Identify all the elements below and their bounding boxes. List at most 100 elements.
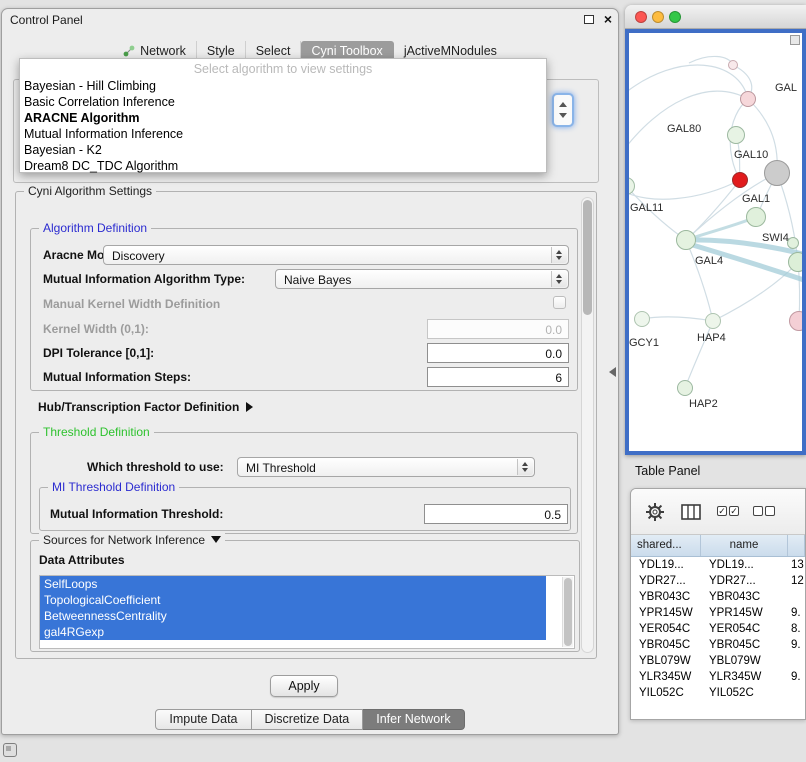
table-row[interactable]: YDL19...YDL19...13 <box>631 557 805 573</box>
table-cell: 9. <box>788 669 805 685</box>
network-node[interactable] <box>677 380 693 396</box>
list-item[interactable]: TopologicalCoefficient <box>40 592 546 608</box>
table-row[interactable]: YER054CYER054C8. <box>631 621 805 637</box>
kernel-width-input[interactable]: 0.0 <box>427 319 569 339</box>
menu-item-dream8[interactable]: Dream8 DC_TDC Algorithm <box>20 158 546 174</box>
window-title: Control Panel <box>10 13 83 27</box>
list-item[interactable]: SelfLoops <box>40 576 546 592</box>
algorithm-combo-stepper[interactable] <box>552 93 574 127</box>
menu-item-aracne[interactable]: ARACNE Algorithm <box>20 110 546 126</box>
network-node[interactable] <box>789 311 806 331</box>
float-window-icon[interactable] <box>584 15 594 24</box>
tab-label: Style <box>207 44 235 58</box>
menu-item-bayesian-hill-climbing[interactable]: Bayesian - Hill Climbing <box>20 78 546 94</box>
control-panel-window: Control Panel × Network Style Select Cyn… <box>1 8 619 735</box>
network-node-label: HAP2 <box>689 398 718 410</box>
table-cell: 9. <box>788 637 805 653</box>
mi-steps-input[interactable]: 6 <box>427 367 569 387</box>
network-node[interactable] <box>705 313 721 329</box>
table-cell: YBL079W <box>631 653 701 669</box>
network-node[interactable] <box>764 160 790 186</box>
network-node-label: SWI4 <box>762 232 789 244</box>
scrollbar-thumb[interactable] <box>583 200 592 315</box>
cyni-mode-tabs: Impute Data Discretize Data Infer Networ… <box>2 709 618 730</box>
network-node[interactable] <box>634 311 650 327</box>
sources-toggle[interactable]: Sources for Network Inference <box>39 533 225 547</box>
table-cell: YBR043C <box>701 589 788 605</box>
apply-button[interactable]: Apply <box>270 675 338 697</box>
hub-section-toggle[interactable]: Hub/Transcription Factor Definition <box>38 400 253 414</box>
tab-discretize-data[interactable]: Discretize Data <box>252 709 364 730</box>
checked-boxes-icon[interactable]: ✓✓ <box>717 506 739 516</box>
chevron-down-icon <box>559 113 567 118</box>
network-node[interactable] <box>676 230 696 250</box>
table-row[interactable]: YPR145WYPR145W9. <box>631 605 805 621</box>
table-cell: 12 <box>788 573 805 589</box>
table-cell: YIL052C <box>701 685 788 701</box>
kernel-width-label: Kernel Width (0,1): <box>43 322 149 336</box>
aracne-mode-combo[interactable]: Discovery <box>103 245 569 265</box>
table-cell: YDR27... <box>701 573 788 589</box>
gear-icon[interactable] <box>645 502 665 522</box>
table-cell: YLR345W <box>631 669 701 685</box>
table-cell: YBR045C <box>631 637 701 653</box>
menu-prompt: Select algorithm to view settings <box>20 61 546 78</box>
which-threshold-combo[interactable]: MI Threshold <box>237 457 535 477</box>
scrollbar-thumb[interactable] <box>564 578 572 646</box>
combo-value: Naive Bayes <box>284 273 351 287</box>
menu-item-basic-correlation[interactable]: Basic Correlation Inference <box>20 94 546 110</box>
close-icon[interactable]: × <box>604 11 612 27</box>
menu-item-mutual-information[interactable]: Mutual Information Inference <box>20 126 546 142</box>
group-title: MI Threshold Definition <box>48 480 179 494</box>
network-node[interactable] <box>740 91 756 107</box>
chevron-up-icon <box>559 102 567 107</box>
column-header-shared-name[interactable]: shared... <box>631 535 701 556</box>
tab-infer-network[interactable]: Infer Network <box>363 709 464 730</box>
group-title: Cyni Algorithm Settings <box>24 184 156 198</box>
dpi-tolerance-input[interactable]: 0.0 <box>427 343 569 363</box>
network-window-titlebar[interactable] <box>625 5 806 29</box>
list-item[interactable]: BetweennessCentrality <box>40 608 546 624</box>
column-header-name[interactable]: name <box>701 535 788 556</box>
network-node[interactable] <box>746 207 766 227</box>
columns-icon[interactable] <box>681 504 701 520</box>
table-row[interactable]: YBR045CYBR045C9. <box>631 637 805 653</box>
column-header-cut[interactable] <box>788 535 805 556</box>
network-node[interactable] <box>727 126 745 144</box>
mi-threshold-input[interactable]: 0.5 <box>424 504 568 524</box>
table-toolbar: ✓✓ <box>631 489 805 535</box>
combo-value: Discovery <box>112 249 165 263</box>
menu-item-bayesian-k2[interactable]: Bayesian - K2 <box>20 142 546 158</box>
list-scrollbar[interactable] <box>562 577 573 647</box>
table-row[interactable]: YLR345WYLR345W9. <box>631 669 805 685</box>
tab-label: jActiveMNodules <box>404 44 497 58</box>
zoom-traffic-light-icon[interactable] <box>669 11 681 23</box>
list-item[interactable]: gal4RGexp <box>40 624 546 640</box>
birdseye-toggle-icon[interactable] <box>790 35 800 45</box>
table-cell <box>788 589 805 605</box>
cyni-algorithm-settings-group: Cyni Algorithm Settings Algorithm Defini… <box>15 191 597 659</box>
table-row[interactable]: YBL079WYBL079W <box>631 653 805 669</box>
which-threshold-label: Which threshold to use: <box>87 460 224 474</box>
table-cell: YER054C <box>631 621 701 637</box>
table-cell: YBR043C <box>631 589 701 605</box>
network-canvas[interactable]: GALGAL80GAL10GAL11GAL1SWI4GAL4GCY1HAP4HA… <box>625 29 806 455</box>
dpi-tolerance-label: DPI Tolerance [0,1]: <box>43 346 154 360</box>
manual-kernel-checkbox[interactable] <box>553 296 566 309</box>
network-node[interactable] <box>728 60 738 70</box>
settings-scrollbar[interactable] <box>581 197 594 653</box>
mi-algorithm-type-combo[interactable]: Naive Bayes <box>275 269 569 289</box>
network-node[interactable] <box>732 172 748 188</box>
restore-panel-icon[interactable] <box>3 743 17 757</box>
table-row[interactable]: YDR27...YDR27...12 <box>631 573 805 589</box>
splitter-collapse-icon[interactable] <box>609 367 616 377</box>
minimize-traffic-light-icon[interactable] <box>652 11 664 23</box>
close-traffic-light-icon[interactable] <box>635 11 647 23</box>
table-cell: 13 <box>788 557 805 573</box>
table-row[interactable]: YBR043CYBR043C <box>631 589 805 605</box>
table-row[interactable]: YIL052CYIL052C <box>631 685 805 701</box>
network-node[interactable] <box>788 252 806 272</box>
network-view-window: GALGAL80GAL10GAL11GAL1SWI4GAL4GCY1HAP4HA… <box>625 5 806 455</box>
unchecked-boxes-icon[interactable] <box>753 506 775 516</box>
tab-impute-data[interactable]: Impute Data <box>155 709 251 730</box>
